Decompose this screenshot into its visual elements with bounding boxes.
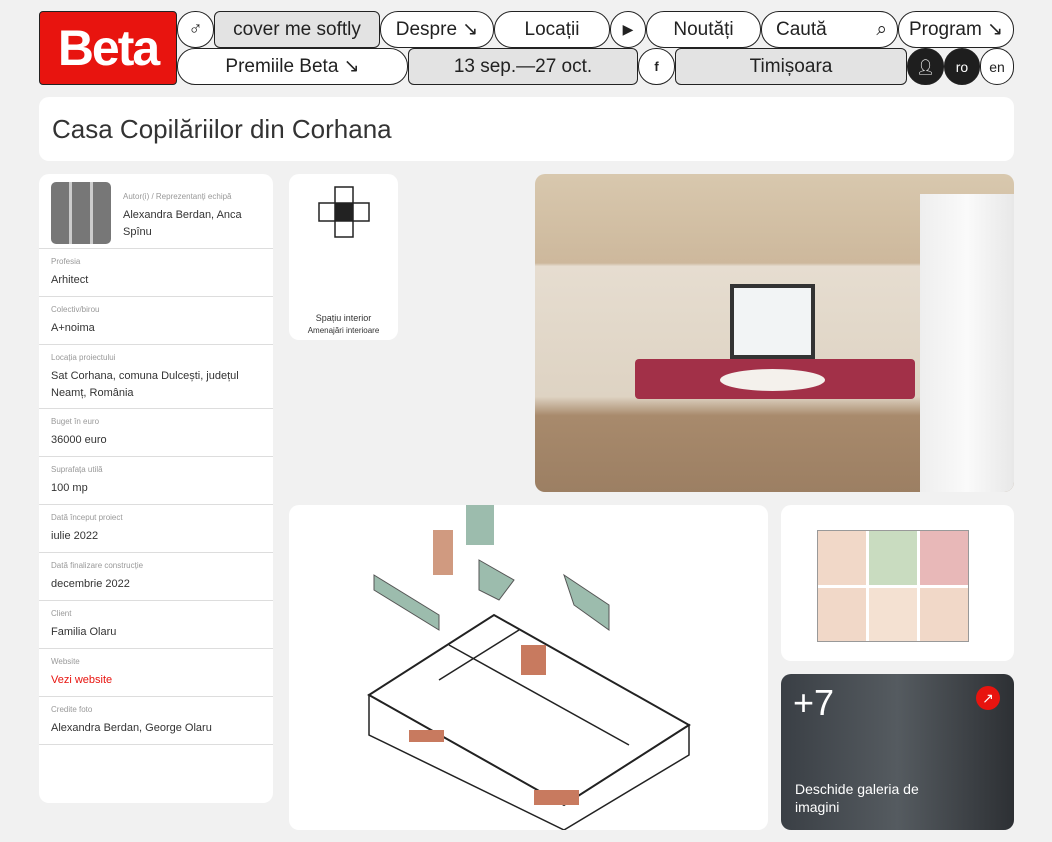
- detail-label: Autor(i) / Reprezentanți echipă: [123, 192, 232, 201]
- floor-plan[interactable]: [781, 505, 1014, 661]
- detail-label: Credite foto: [51, 705, 93, 714]
- curtain: [920, 194, 1014, 492]
- city-button[interactable]: Timișoara: [675, 48, 907, 85]
- detail-row: Dată început proiect iulie 2022: [39, 505, 273, 553]
- lang-en[interactable]: en: [980, 48, 1014, 85]
- mode-button[interactable]: cover me softly: [214, 11, 380, 48]
- facebook-icon[interactable]: f: [638, 48, 675, 85]
- search-label: Caută: [776, 18, 827, 40]
- detail-value: 36000 euro: [51, 434, 107, 446]
- detail-row: Locația proiectului Sat Corhana, comuna D…: [39, 345, 273, 409]
- category-title: Spațiu interior: [315, 313, 372, 323]
- detail-label: Website: [51, 657, 80, 666]
- theme-toggle-icon[interactable]: ♂: [177, 11, 214, 48]
- lang-ro[interactable]: ro: [944, 48, 980, 85]
- gallery-label: Deschide galeria de imagini: [795, 781, 919, 815]
- detail-row: Client Familia Olaru: [39, 601, 273, 649]
- search-icon: ⌕: [876, 18, 887, 40]
- nav-locatii[interactable]: Locații: [494, 11, 610, 48]
- detail-value: Alexandra Berdan, Anca Spînu: [123, 209, 242, 238]
- nav-despre[interactable]: Despre ↘: [380, 11, 494, 48]
- play-icon[interactable]: ▶: [610, 11, 646, 48]
- website-link[interactable]: Vezi website: [51, 672, 261, 689]
- gallery-button[interactable]: +7 ↗ Deschide galeria de imagini: [781, 674, 1014, 830]
- floor-plan-drawing: [817, 530, 969, 642]
- window: [730, 284, 815, 359]
- beta-logo[interactable]: Beta: [39, 11, 177, 85]
- arrow-up-right-icon[interactable]: ↗: [976, 686, 1000, 710]
- detail-value: Arhitect: [51, 274, 89, 286]
- detail-row: Credite foto Alexandra Berdan, George Ola…: [39, 697, 273, 745]
- detail-label: Buget în euro: [51, 417, 100, 426]
- project-details: Autor(i) / Reprezentanți echipă Alexandra…: [39, 174, 273, 803]
- detail-value: iulie 2022: [51, 530, 99, 542]
- authors-row: Autor(i) / Reprezentanți echipă Alexandra…: [39, 174, 273, 249]
- nav-premii[interactable]: Premiile Beta ↘: [177, 48, 408, 85]
- detail-label: Locația proiectului: [51, 353, 116, 362]
- user-icon[interactable]: 👤︎: [907, 48, 944, 85]
- detail-row: Colectiv/birou A+noima: [39, 297, 273, 345]
- category-subtitle: Amenajări interioare: [307, 326, 380, 335]
- festival-dates: 13 sep.—27 oct.: [408, 48, 638, 85]
- interior-space-icon: [317, 186, 370, 238]
- detail-value: decembrie 2022: [51, 578, 130, 590]
- detail-value: Alexandra Berdan, George Olaru: [51, 722, 212, 734]
- detail-row: Website Vezi website: [39, 649, 273, 697]
- page-title: Casa Copilăriilor din Corhana: [39, 97, 1014, 161]
- nav-noutati[interactable]: Noutăți: [646, 11, 761, 48]
- detail-row: Profesia Arhitect: [39, 249, 273, 297]
- detail-value: 100 mp: [51, 482, 88, 494]
- nav-program[interactable]: Program ↘: [898, 11, 1014, 48]
- detail-label: Client: [51, 609, 72, 618]
- detail-value: Sat Corhana, comuna Dulcești, județul Ne…: [51, 370, 239, 399]
- detail-value: A+noima: [51, 322, 95, 334]
- detail-label: Dată finalizare construcție: [51, 561, 144, 570]
- axonometric-illustration: [367, 505, 691, 830]
- authors-photo: [51, 182, 111, 244]
- gallery-count: +7: [793, 682, 835, 723]
- search-button[interactable]: Caută ⌕: [761, 11, 898, 48]
- detail-row: Dată finalizare construcție decembrie 202…: [39, 553, 273, 601]
- table: [720, 369, 825, 391]
- detail-row: Buget în euro 36000 euro: [39, 409, 273, 457]
- axonometric-drawing[interactable]: [289, 505, 768, 830]
- detail-label: Suprafața utilă: [51, 465, 103, 474]
- detail-label: Colectiv/birou: [51, 305, 100, 314]
- interior-photo[interactable]: [535, 174, 1014, 492]
- detail-row: Suprafața utilă 100 mp: [39, 457, 273, 505]
- detail-value: Familia Olaru: [51, 626, 117, 638]
- detail-label: Profesia: [51, 257, 81, 266]
- detail-label: Dată început proiect: [51, 513, 123, 522]
- category-card[interactable]: Spațiu interior Amenajări interioare: [289, 174, 398, 340]
